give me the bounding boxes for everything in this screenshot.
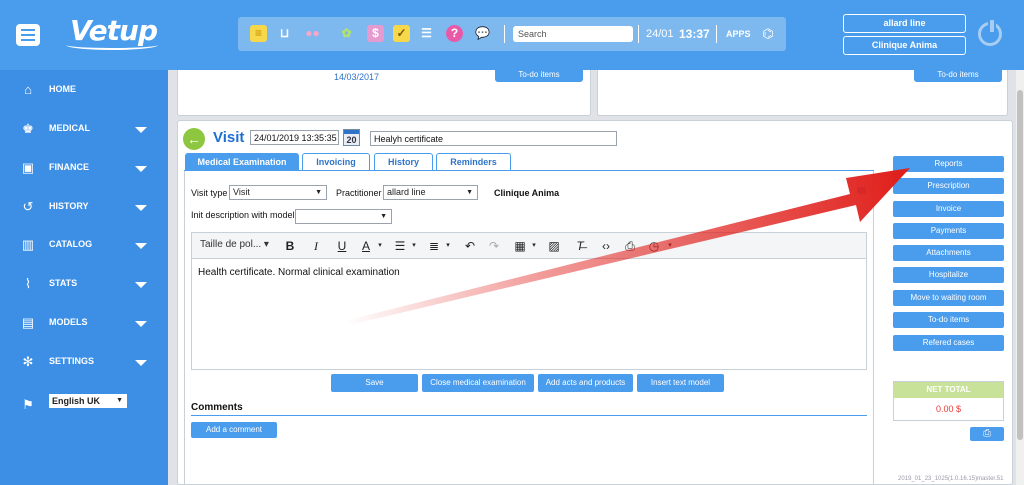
annotation-arrow xyxy=(340,168,910,326)
arrow-shape xyxy=(340,168,910,326)
